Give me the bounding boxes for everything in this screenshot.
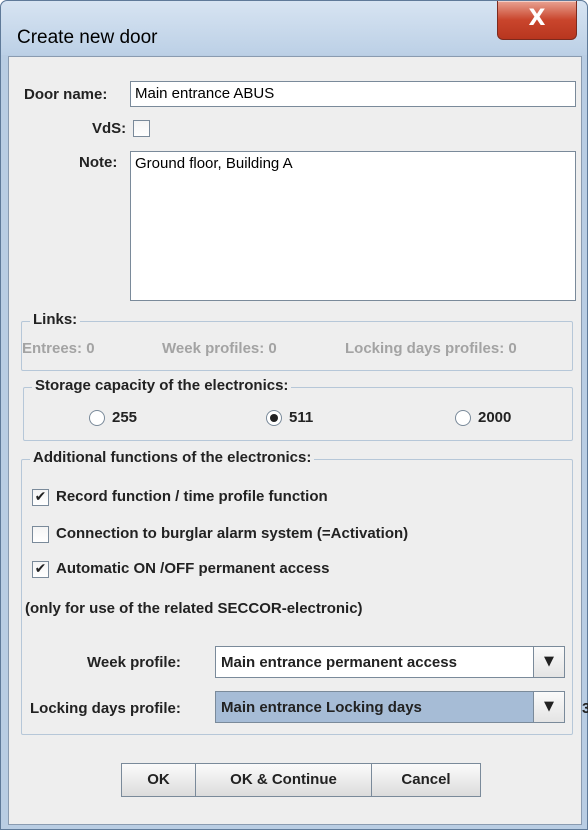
ok-continue-button[interactable]: OK & Continue <box>195 763 372 797</box>
seccor-note: (only for use of the related SECCOR-elec… <box>25 600 363 617</box>
week-profile-label: Week profile: <box>87 654 181 671</box>
storage-label-255: 255 <box>112 409 138 426</box>
storage-radio-255[interactable] <box>89 410 105 426</box>
additional-functions-title: Additional functions of the electronics: <box>30 449 315 466</box>
close-button[interactable]: X <box>497 1 577 40</box>
week-profile-dropdown[interactable]: Main entrance permanent access ▼ <box>215 646 565 678</box>
chevron-down-icon[interactable]: ▼ <box>533 692 564 722</box>
note-label: Note: <box>79 154 118 171</box>
locking-days-dropdown[interactable]: Main entrance Locking days ▼ <box>215 691 565 723</box>
door-name-input[interactable]: Main entrance ABUS <box>130 81 576 107</box>
storage-group: Storage capacity of the electronics: 255… <box>23 377 573 441</box>
record-function-checkbox[interactable]: ✔ <box>32 489 49 506</box>
storage-label-511: 511 <box>289 409 314 426</box>
close-icon: X <box>528 6 546 31</box>
door-name-label: Door name: <box>24 86 108 103</box>
storage-title: Storage capacity of the electronics: <box>32 377 292 394</box>
dialog-content: Door name: Main entrance ABUS VdS: Note:… <box>8 56 582 825</box>
vds-label: VdS: <box>92 120 127 137</box>
storage-label-2000: 2000 <box>478 409 512 426</box>
title-bar[interactable]: Create new door X <box>1 1 587 55</box>
record-function-label: Record function / time profile function <box>56 488 328 505</box>
burglar-alarm-label: Connection to burglar alarm system (=Act… <box>56 525 409 542</box>
stray-text: 3 <box>582 700 588 717</box>
additional-functions-group: Additional functions of the electronics:… <box>21 449 573 735</box>
note-textarea[interactable]: Ground floor, Building A <box>130 151 576 301</box>
links-entrees: Entrees: 0 <box>22 340 95 357</box>
vds-checkbox[interactable] <box>133 120 150 137</box>
window-title: Create new door <box>17 27 158 48</box>
week-profile-value: Main entrance permanent access <box>221 654 457 671</box>
storage-radio-511[interactable] <box>266 410 282 426</box>
checkmark-icon: ✔ <box>34 489 47 505</box>
checkmark-icon: ✔ <box>34 561 47 577</box>
burglar-alarm-checkbox[interactable] <box>32 526 49 543</box>
ok-button[interactable]: OK <box>121 763 196 797</box>
links-locking-days-profiles: Locking days profiles: 0 <box>345 340 517 357</box>
chevron-down-icon[interactable]: ▼ <box>533 647 564 677</box>
links-group: Links: Entrees: 0 Week profiles: 0 Locki… <box>21 311 573 371</box>
locking-days-label: Locking days profile: <box>30 700 181 717</box>
storage-radio-2000[interactable] <box>455 410 471 426</box>
cancel-button[interactable]: Cancel <box>371 763 481 797</box>
locking-days-value: Main entrance Locking days <box>221 699 422 716</box>
automatic-onoff-label: Automatic ON /OFF permanent access <box>56 560 330 577</box>
links-week-profiles: Week profiles: 0 <box>162 340 277 357</box>
links-title: Links: <box>30 311 81 328</box>
automatic-onoff-checkbox[interactable]: ✔ <box>32 561 49 578</box>
dialog-window: Create new door X Door name: Main entran… <box>0 0 588 830</box>
